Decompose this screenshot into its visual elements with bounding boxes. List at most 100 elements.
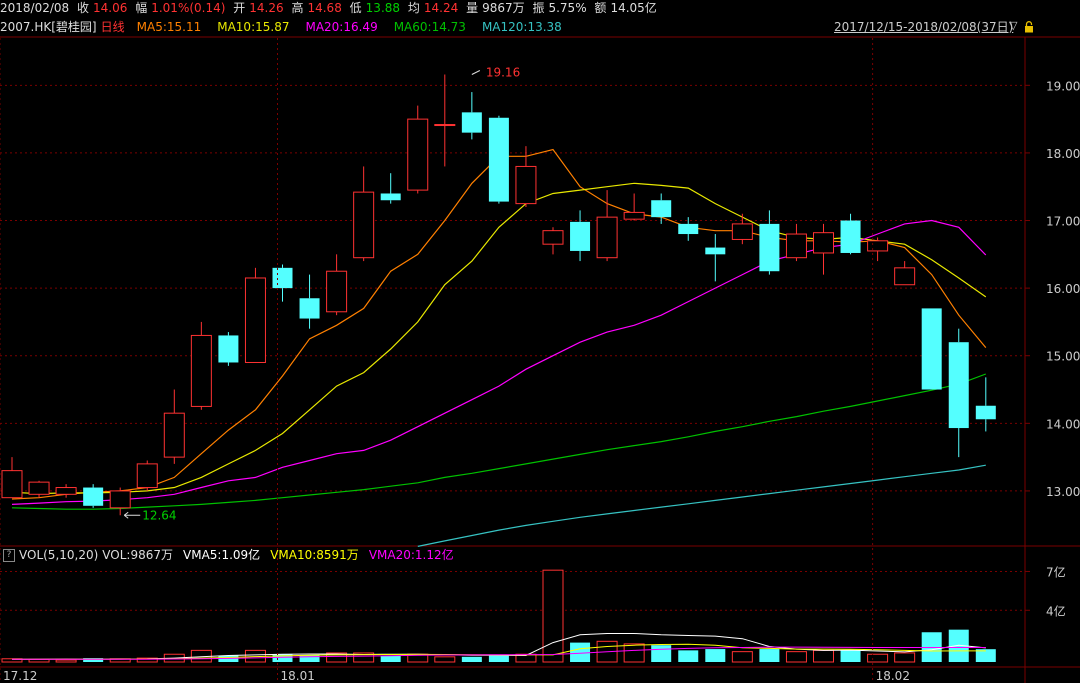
volume-bar [596, 640, 618, 663]
vma20-legend: VMA20:1.12亿 [368, 548, 454, 562]
volume-bar [163, 653, 185, 663]
date-tick-label: 18.02 [876, 669, 910, 683]
volume-bar [109, 658, 131, 663]
candle [272, 264, 293, 302]
candle-body [948, 342, 969, 429]
price-grid [0, 84, 1025, 492]
candle-body [380, 193, 401, 201]
candle-body [218, 335, 239, 363]
candle [921, 308, 942, 390]
volume-bar [380, 655, 401, 662]
amplitude-value: 5.75% [548, 1, 587, 15]
volume-bar [759, 649, 780, 662]
candle [136, 460, 158, 491]
candle [867, 237, 889, 262]
date-tick-label: 17.12 [3, 669, 37, 683]
candle-body [299, 298, 320, 319]
candle-body [894, 267, 916, 286]
price-axis: 19.00 18.00 17.00 16.00 15.00 14.00 13.00 [1025, 79, 1080, 499]
help-icon[interactable]: ? [3, 549, 15, 562]
avg-label: 均 [407, 1, 420, 15]
candlestick-chart[interactable]: 19.00 18.00 17.00 16.00 15.00 14.00 13.00 19.1… [0, 0, 1080, 683]
candle-body [785, 233, 807, 259]
candle [83, 484, 104, 508]
volume-bar [894, 652, 916, 663]
close-label: 收 [77, 1, 90, 15]
volume-bar [55, 659, 77, 663]
volume-bar [515, 653, 537, 663]
volume-bar [705, 649, 726, 662]
ma5-line [11, 148, 987, 500]
vol-indicator-title: VOL(5,10,20) [19, 548, 99, 562]
high-value: 14.68 [307, 1, 342, 15]
open-value: 14.26 [249, 1, 284, 15]
candle [542, 227, 564, 255]
candle [570, 210, 591, 262]
volume-value: 9867万 [482, 1, 525, 15]
volume-bar [1, 658, 23, 663]
ma120-line [417, 464, 986, 547]
candle [596, 190, 618, 262]
candle-body [326, 270, 348, 313]
candle-body [434, 124, 456, 127]
change-value: 1.01%(0.14) [151, 1, 226, 15]
volume-bar [190, 649, 212, 663]
volume-bar [83, 658, 104, 662]
volume-bars [1, 569, 996, 663]
vma5-line [11, 633, 986, 660]
chevron-down-icon[interactable]: ▽ [1009, 19, 1017, 32]
candle [623, 193, 645, 221]
stock-symbol: 2007.HK [0, 20, 52, 34]
candle-body [272, 267, 293, 289]
volume-bar [921, 632, 942, 662]
ma20-legend: MA20:16.49 [305, 20, 378, 34]
low-marker-label: 12.64 [142, 508, 176, 522]
ma10-legend: MA10:15.87 [217, 20, 290, 34]
price-tick-label: 19.00 [1046, 79, 1080, 93]
close-value: 14.06 [93, 1, 128, 15]
volume-legend-bar: ? VOL(5,10,20) VOL:9867万 VMA5:1.09亿 VMA10:85… [0, 547, 1080, 564]
candle-body [109, 490, 131, 509]
price-tick-label: 13.00 [1046, 485, 1080, 499]
candle-body [921, 308, 942, 390]
candle-body [623, 211, 645, 220]
date-range-selector[interactable]: 2017/12/15-2018/02/08(37日) [834, 19, 1013, 36]
high-label: 高 [291, 1, 304, 15]
vma10-line [12, 643, 986, 660]
volume-bar [28, 658, 50, 663]
volume-bar [651, 645, 672, 662]
candle [651, 193, 672, 224]
candle-body [570, 221, 591, 251]
lock-icon[interactable] [1024, 21, 1034, 33]
ma120-legend: MA120:13.38 [481, 20, 562, 34]
volume-bar [975, 649, 996, 662]
volume-tick-label: 7亿 [1046, 564, 1066, 579]
vma20-line [12, 646, 986, 660]
candle-body [1, 470, 23, 499]
volume-bar [136, 657, 158, 663]
candle-body [353, 191, 375, 259]
amplitude-label: 振 [532, 1, 545, 15]
price-tick-label: 16.00 [1046, 282, 1080, 296]
low-label: 低 [349, 1, 362, 15]
volume-label: 量 [466, 1, 479, 15]
candles [1, 74, 996, 516]
stock-name: [碧桂园] [51, 20, 97, 34]
volume-bar [570, 642, 591, 662]
amount-label: 额 [594, 1, 607, 15]
candle [785, 223, 807, 262]
candle-body [975, 405, 996, 420]
candle [488, 115, 509, 204]
volume-bar [948, 629, 969, 662]
volume-bar [623, 643, 645, 663]
candle-body [461, 112, 482, 133]
candle [731, 213, 753, 245]
volume-bar [542, 569, 564, 663]
price-tick-label: 18.00 [1046, 147, 1080, 161]
volume-bar [840, 650, 861, 662]
candle-body [83, 487, 104, 506]
period-selector[interactable]: 日线 [101, 20, 125, 34]
candle [299, 274, 320, 329]
vma10-legend: VMA10:8591万 [270, 548, 359, 562]
candle-body [840, 220, 861, 253]
